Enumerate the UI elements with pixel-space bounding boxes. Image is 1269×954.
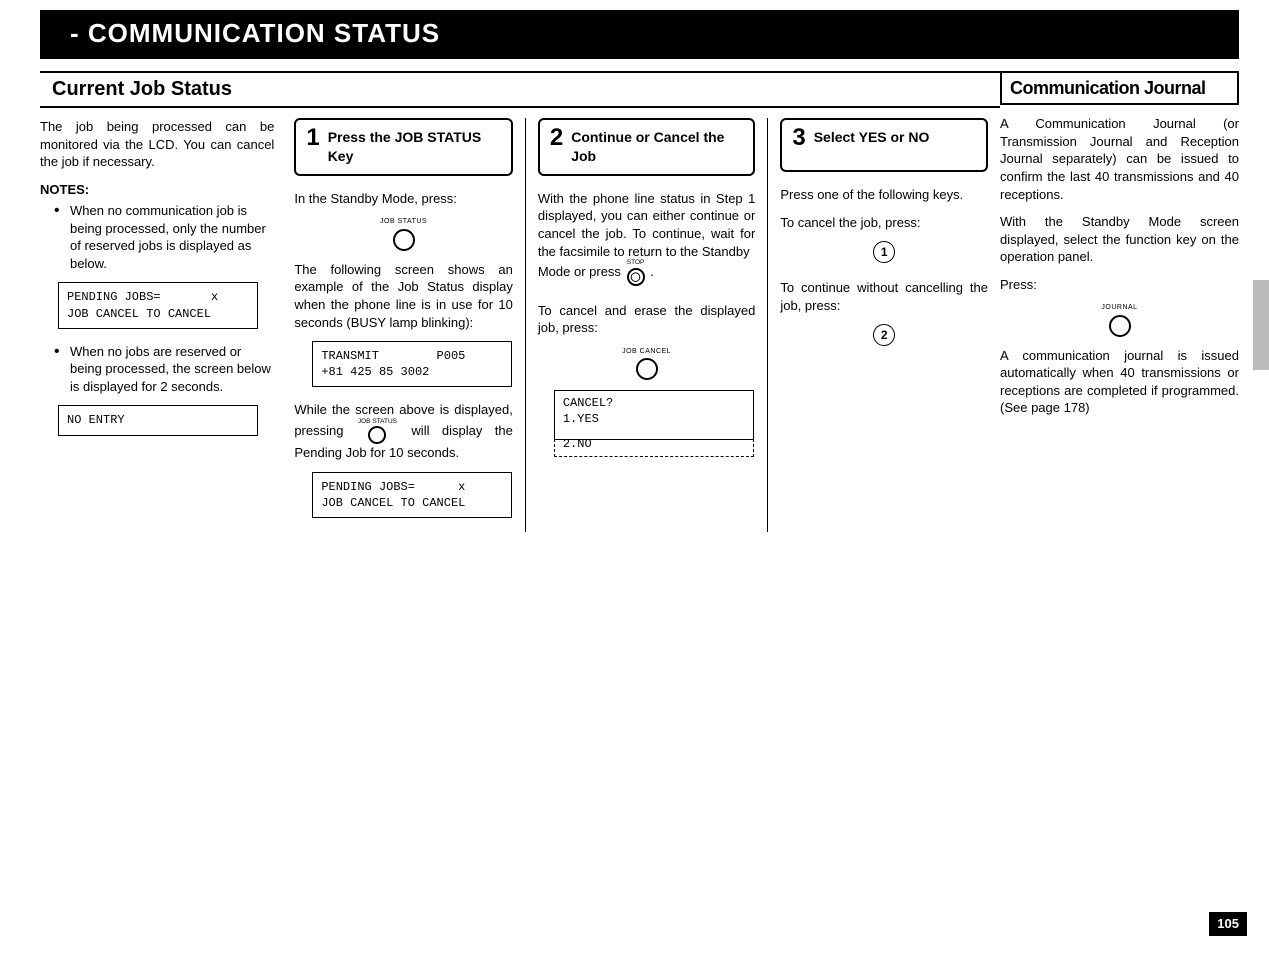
numkey-2-wrap: 2 [780, 320, 988, 350]
lcd-cancel-top: CANCEL? 1.YES [555, 391, 753, 427]
numkey-2: 2 [873, 324, 895, 346]
step1-p2: The following screen shows an example of… [294, 261, 513, 331]
step2-title: Continue or Cancel the Job [571, 126, 743, 166]
right-block: Communication Journal A Communication Jo… [995, 71, 1239, 532]
step2-box: 2 Continue or Cancel the Job [538, 118, 756, 176]
lcd-cancel-bottom: 2.NO [554, 434, 754, 457]
round-button-icon [636, 358, 658, 380]
lcd-cancel-question: CANCEL? 1.YES 2.NO [554, 390, 754, 440]
round-button-icon [368, 426, 386, 444]
journal-p2: With the Standby Mode screen displayed, … [1000, 213, 1239, 266]
jobstatus-inline-label: JOB STATUS [358, 419, 397, 426]
edge-tab [1253, 280, 1269, 370]
step3-num: 3 [792, 126, 805, 162]
step2-num: 2 [550, 126, 563, 166]
section-title-left: Current Job Status [40, 71, 1000, 108]
left-block: Current Job Status The job being process… [40, 71, 1010, 532]
notes-list-2: When no jobs are reserved or being proce… [40, 343, 274, 396]
stop-key-inline: STOP ◯ [627, 260, 645, 286]
journal-key: JOURNAL [1000, 303, 1239, 336]
journal-key-label: JOURNAL [1000, 303, 1239, 312]
page-header: - COMMUNICATION STATUS [40, 10, 1239, 59]
page-number: 105 [1209, 912, 1247, 936]
journal-p1: A Communication Journal (or Transmission… [1000, 115, 1239, 203]
step1-title: Press the JOB STATUS Key [328, 126, 501, 166]
col-step1: 1 Press the JOB STATUS Key In the Standb… [282, 118, 525, 532]
intro-para: The job being processed can be monitored… [40, 118, 274, 171]
round-button-icon [1109, 315, 1131, 337]
lcd-pending-step1: PENDING JOBS= x JOB CANCEL TO CANCEL [312, 472, 512, 518]
note-item-2: When no jobs are reserved or being proce… [70, 343, 274, 396]
notes-heading: NOTES: [40, 181, 274, 199]
step2-p2: To cancel and erase the displayed job, p… [538, 302, 756, 337]
lcd-noentry: NO ENTRY [58, 405, 258, 435]
lcd-transmit: TRANSMIT P005 +81 425 85 3002 [312, 341, 512, 387]
notes-list: When no communication job is being proce… [40, 202, 274, 272]
journal-p3: Press: [1000, 276, 1239, 294]
jobstatus-label: JOB STATUS [294, 217, 513, 226]
jobstatus-key-1: JOB STATUS [294, 217, 513, 250]
step2-p1b: Mode or press STOP ◯ . [538, 260, 756, 286]
period: . [650, 264, 654, 279]
col-step2: 2 Continue or Cancel the Job With the ph… [525, 118, 768, 532]
numkey-1: 1 [873, 241, 895, 263]
col-step3: 3 Select YES or NO Press one of the foll… [767, 118, 1000, 532]
step1-box: 1 Press the JOB STATUS Key [294, 118, 513, 176]
lcd-pending-intro: PENDING JOBS= x JOB CANCEL TO CANCEL [58, 282, 258, 328]
numkey-1-wrap: 1 [780, 237, 988, 267]
content-area: Current Job Status The job being process… [40, 71, 1239, 532]
step1-num: 1 [306, 126, 319, 166]
step2-mode-text: Mode or press [538, 264, 625, 279]
step3-p3: To continue without cancelling the job, … [780, 279, 988, 314]
section-title-right: Communication Journal [1000, 71, 1239, 105]
step1-p1: In the Standby Mode, press: [294, 190, 513, 208]
journal-p4: A communication journal is issued automa… [1000, 347, 1239, 417]
round-button-icon [393, 229, 415, 251]
note-item-1: When no communication job is being proce… [70, 202, 274, 272]
step1-p3: While the screen above is displayed, pre… [294, 401, 513, 462]
step3-box: 3 Select YES or NO [780, 118, 988, 172]
step2-p1: With the phone line status in Step 1 dis… [538, 190, 756, 260]
step3-title: Select YES or NO [814, 126, 930, 162]
step3-p2: To cancel the job, press: [780, 214, 988, 232]
round-button-icon: ◯ [627, 268, 645, 286]
col-intro: The job being processed can be monitored… [40, 118, 282, 532]
step3-p1: Press one of the following keys. [780, 186, 988, 204]
jobcancel-label: JOB CANCEL [538, 347, 756, 356]
stop-label: STOP [627, 260, 645, 267]
columns: The job being processed can be monitored… [40, 118, 1000, 532]
stop-glyph: ◯ [631, 270, 641, 282]
jobstatus-key-inline: JOB STATUS [358, 419, 397, 445]
jobcancel-key: JOB CANCEL [538, 347, 756, 380]
